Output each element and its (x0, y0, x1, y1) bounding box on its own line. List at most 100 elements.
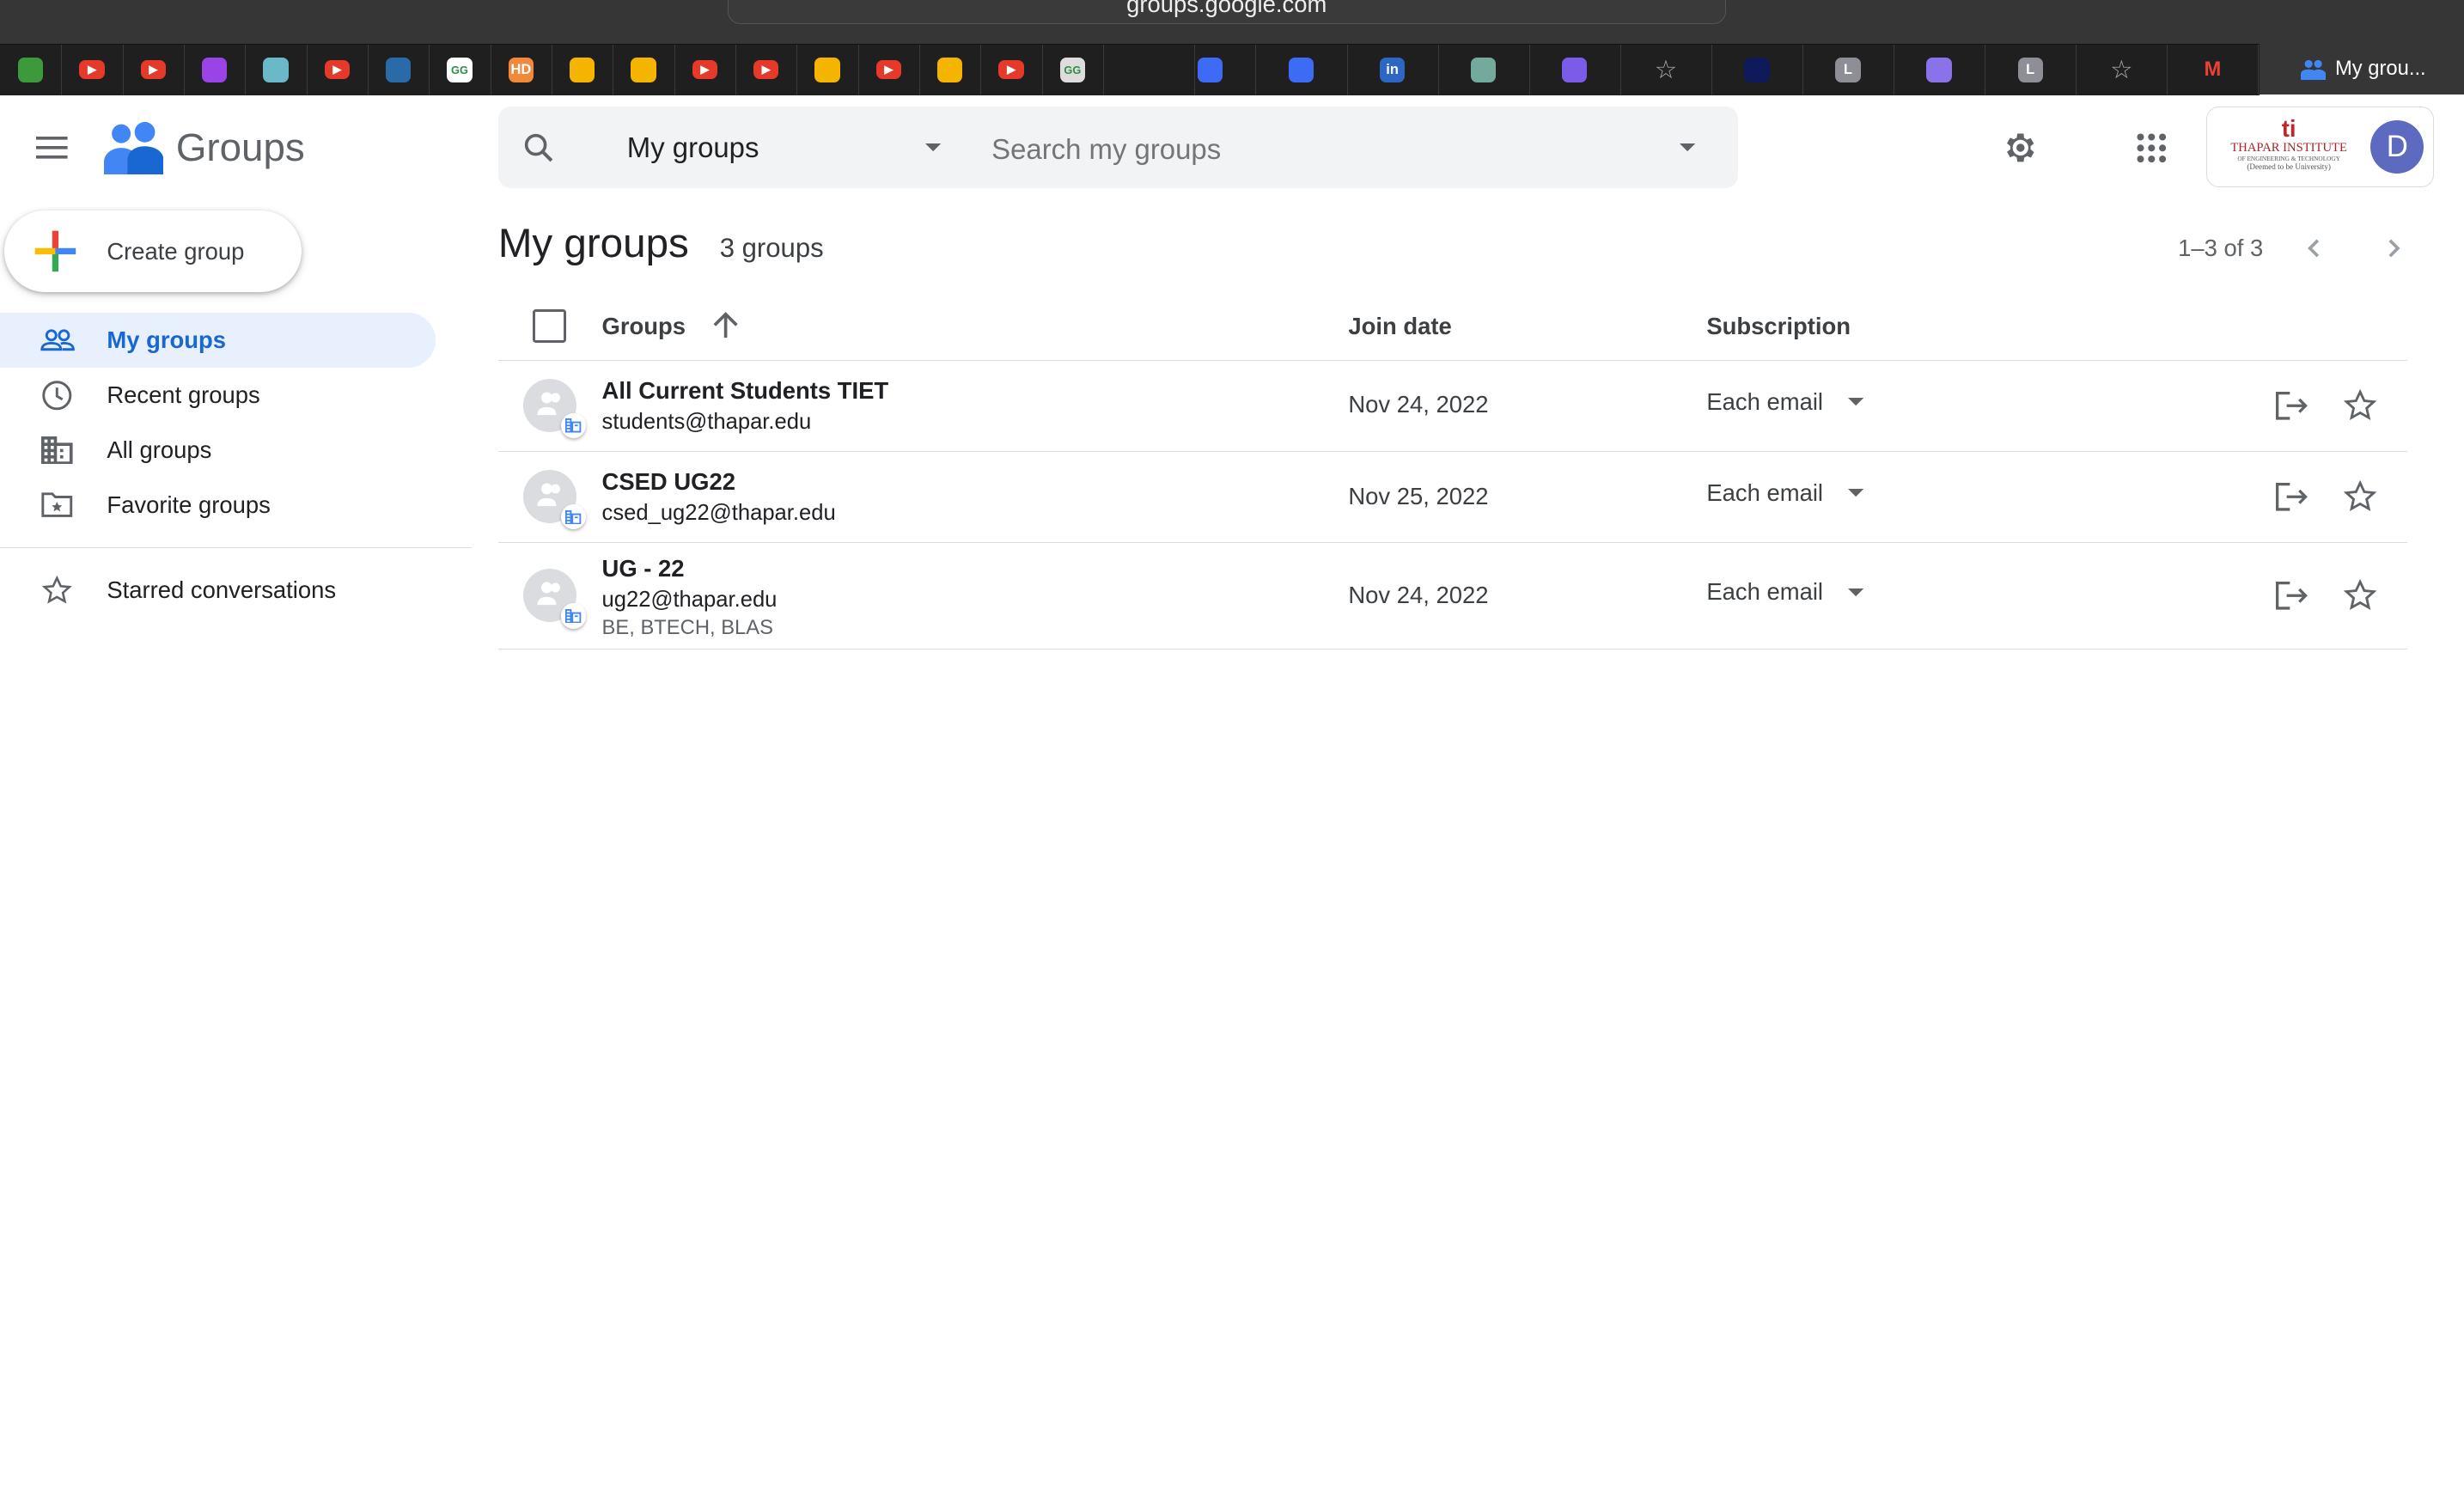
sidebar-item-favorite-groups[interactable]: Favorite groups (0, 478, 436, 533)
bookmark[interactable] (796, 45, 859, 95)
bookmark[interactable]: HD (491, 45, 552, 95)
subscription-label: Each email (1706, 479, 1824, 506)
google-drive-icon (937, 57, 963, 83)
bookmark[interactable] (552, 45, 614, 95)
bookmark[interactable] (245, 45, 308, 95)
geeksforgeeks-icon: GG (1059, 57, 1085, 83)
subscription-dropdown[interactable]: Each email (1706, 388, 1864, 416)
star-group-button[interactable] (2343, 578, 2377, 619)
youtube-icon: ▶ (692, 60, 717, 80)
sort-button[interactable] (709, 308, 743, 342)
bookmark[interactable]: ▶ (980, 45, 1043, 95)
table-row[interactable]: UG - 22 ug22@thapar.edu BE, BTECH, BLAS … (497, 542, 2408, 650)
bookmark[interactable]: in (1347, 45, 1439, 95)
hd-icon: HD (508, 57, 534, 83)
star-group-button[interactable] (2343, 388, 2377, 430)
browser-toolbar: groups.google.com (0, 0, 2464, 45)
clock-icon (42, 380, 72, 411)
leave-group-button[interactable] (2274, 390, 2308, 429)
group-name[interactable]: UG - 22 (602, 555, 685, 582)
sidebar-item-my-groups[interactable]: My groups (0, 312, 436, 368)
group-name[interactable]: CSED UG22 (602, 468, 735, 496)
star-icon (2343, 578, 2377, 611)
bookmark[interactable]: ▶ (735, 45, 798, 95)
play-green-icon (18, 57, 44, 83)
create-group-button[interactable]: Create group (4, 210, 302, 293)
leave-group-button[interactable] (2274, 580, 2308, 619)
bookmark[interactable]: ▶ (307, 45, 369, 95)
bookmark[interactable] (1529, 45, 1621, 95)
bookmark[interactable]: M (2167, 45, 2260, 95)
group-name[interactable]: All Current Students TIET (602, 377, 889, 405)
bookmark[interactable] (1438, 45, 1530, 95)
bookmark[interactable]: ☆ (1620, 45, 1712, 95)
sidebar-divider (0, 546, 472, 549)
subscription-dropdown[interactable]: Each email (1706, 578, 1864, 606)
bookmark[interactable]: L (1985, 45, 2077, 95)
youtube-icon: ▶ (875, 60, 901, 80)
sidebar-item-starred-conversations[interactable]: Starred conversations (0, 563, 436, 618)
d-blue-icon (1197, 57, 1223, 83)
bookmark[interactable] (1894, 45, 1986, 95)
search-bar: My groups (497, 107, 1738, 189)
bookmark[interactable] (1711, 45, 1803, 95)
sidebar-item-all-groups[interactable]: All groups (0, 423, 436, 478)
account-button[interactable]: ti THAPAR INSTITUTE OF ENGINEERING & TEC… (2206, 107, 2435, 187)
chevron-down-icon (1848, 398, 1864, 406)
bookmark[interactable]: ▶ (858, 45, 921, 95)
linkedin-icon: in (1379, 57, 1406, 83)
group-avatar (523, 378, 587, 439)
bookmark[interactable] (184, 45, 247, 95)
bookmark[interactable] (919, 45, 982, 95)
next-page-button[interactable] (2376, 229, 2414, 267)
bookmark[interactable] (1164, 45, 1257, 95)
bookmark[interactable] (613, 45, 675, 95)
search-button[interactable] (520, 129, 558, 167)
groups-logo[interactable]: Groups (103, 121, 305, 175)
main-menu-button[interactable] (27, 123, 77, 174)
folder-star-icon (41, 492, 73, 518)
address-bar[interactable]: groups.google.com (727, 0, 1726, 24)
settings-button[interactable] (1992, 121, 2046, 174)
chevron-down-icon (1848, 588, 1864, 596)
star-icon: ☆ (1653, 56, 1679, 84)
table-row[interactable]: CSED UG22 csed_ug22@thapar.edu Nov 25, 2… (497, 451, 2408, 544)
apps-button[interactable] (2125, 121, 2178, 174)
active-tab[interactable]: My grou... (2260, 44, 2464, 95)
bookmark[interactable]: ▶ (123, 45, 185, 95)
leave-group-button[interactable] (2274, 481, 2308, 520)
previous-page-button[interactable] (2294, 229, 2332, 267)
select-all-checkbox[interactable] (533, 309, 566, 344)
search-options-button[interactable] (1668, 129, 1706, 167)
org-logo-sub: OF ENGINEERING & TECHNOLOGY (2237, 155, 2340, 163)
table-row[interactable]: All Current Students TIET students@thapa… (497, 360, 2408, 452)
org-logo: ti THAPAR INSTITUTE OF ENGINEERING & TEC… (2217, 117, 2361, 172)
d-blue-icon (1288, 57, 1314, 83)
subscription-dropdown[interactable]: Each email (1706, 479, 1864, 507)
star-group-button[interactable] (2343, 479, 2377, 521)
search-scope-label: My groups (626, 131, 759, 163)
bookmark[interactable] (368, 45, 430, 95)
chevron-down-icon (925, 143, 942, 152)
youtube-icon: ▶ (79, 60, 105, 80)
geeksforgeeks-icon: GG (447, 57, 473, 83)
sidebar-item-recent-groups[interactable]: Recent groups (0, 368, 436, 423)
exit-icon (2275, 581, 2308, 610)
bookmark[interactable]: GG (1042, 45, 1105, 95)
bookmark[interactable]: ▶ (61, 45, 124, 95)
app-name: Groups (175, 125, 305, 169)
bookmark[interactable]: ▶ (674, 45, 736, 95)
bookmark[interactable]: ☆ (2076, 45, 2168, 95)
bookmark[interactable] (1255, 45, 1348, 95)
search-scope-dropdown[interactable]: My groups (627, 107, 942, 188)
table-header: Groups Join date Subscription (497, 292, 2408, 361)
search-input[interactable] (988, 122, 1671, 176)
column-header-groups[interactable]: Groups (602, 313, 686, 340)
chevron-left-icon (2308, 239, 2320, 258)
join-date: Nov 24, 2022 (1348, 581, 1489, 608)
google-drive-icon (814, 57, 840, 83)
bookmark[interactable]: L (1802, 45, 1895, 95)
bookmark[interactable]: GG (429, 45, 491, 95)
l-icon: L (2017, 57, 2043, 83)
bookmark[interactable] (0, 45, 63, 95)
